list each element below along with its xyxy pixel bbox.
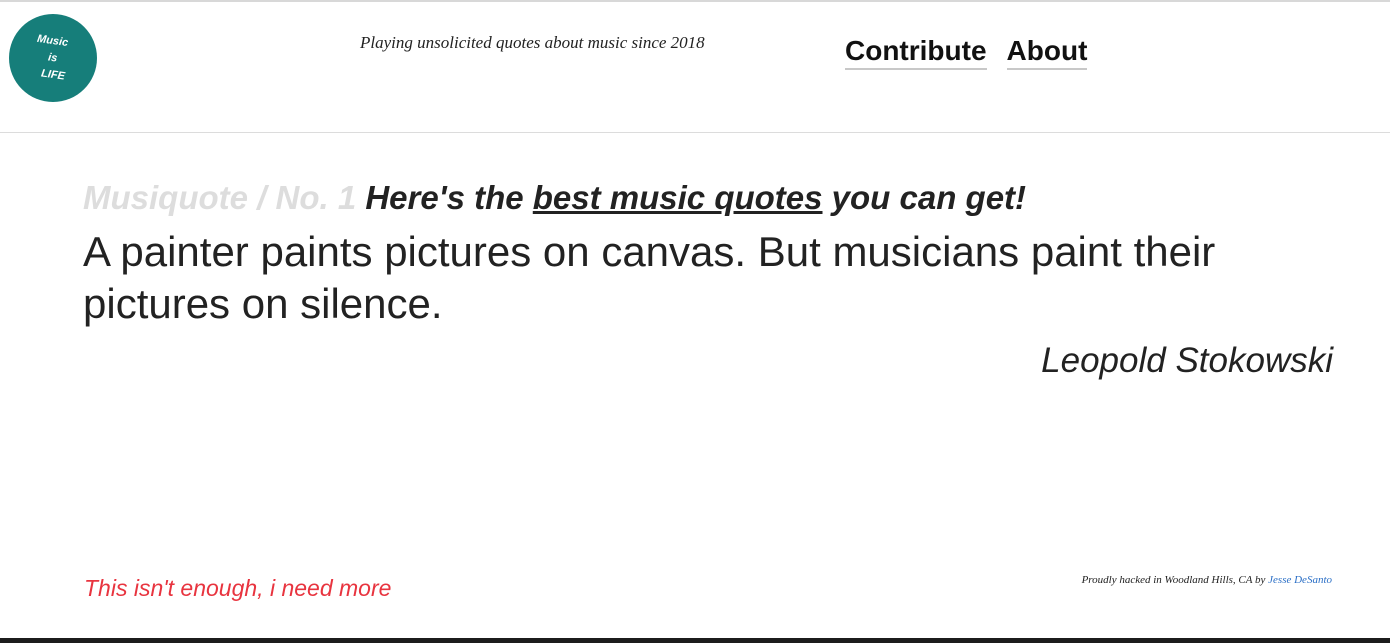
logo-text-line: Music <box>36 32 70 49</box>
intro-text-before: Here's the <box>365 179 524 216</box>
nav-contribute-link[interactable]: Contribute <box>845 34 987 70</box>
site-header: Music is LIFE Playing unsolicited quotes… <box>0 2 1390 133</box>
author-credit-link[interactable]: Jesse DeSanto <box>1268 574 1332 586</box>
quote-author: Leopold Stokowski <box>1041 341 1333 380</box>
site-logo[interactable]: Music is LIFE <box>9 14 97 102</box>
credit-text: Proudly hacked in Woodland Hills, CA by <box>1081 574 1266 586</box>
logo-text-line: is <box>47 50 59 65</box>
best-quotes-link[interactable]: best music quotes <box>533 179 823 216</box>
nav-about-link[interactable]: About <box>1006 34 1088 70</box>
footer-credit: Proudly hacked in Woodland Hills, CA by … <box>1082 574 1332 586</box>
site-tagline: Playing unsolicited quotes about music s… <box>360 33 705 52</box>
intro-text-after: you can get! <box>831 179 1027 216</box>
quote-text: A painter paints pictures on canvas. But… <box>83 228 1216 327</box>
quote-number-label: Musiquote / No. 1 <box>83 179 357 216</box>
more-quotes-link[interactable]: This isn't enough, i need more <box>84 575 391 602</box>
quote-heading: Musiquote / No. 1 Here's the best music … <box>83 178 1333 218</box>
quote-section: Musiquote / No. 1 Here's the best music … <box>83 178 1333 382</box>
main-nav: Contribute About <box>845 34 1088 70</box>
logo-text-line: LIFE <box>40 66 66 83</box>
bottom-edge-strip <box>0 638 1390 643</box>
